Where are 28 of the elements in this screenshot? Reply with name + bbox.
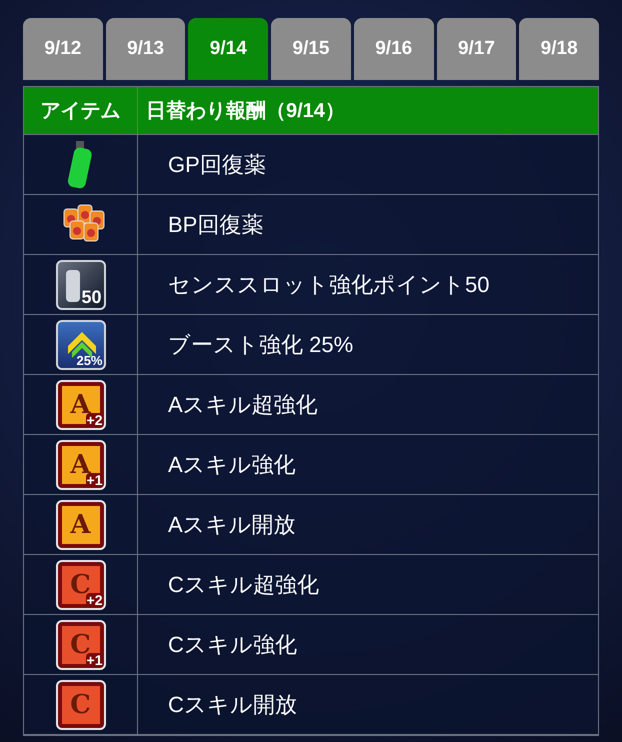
figure-silhouette (66, 270, 80, 302)
plus-label: +1 (86, 652, 104, 666)
plus-label: +2 (86, 592, 104, 606)
reward-name: Cスキル開放 (168, 691, 297, 719)
reward-name: GP回復薬 (168, 151, 266, 179)
date-tab[interactable]: 9/12 (23, 18, 103, 80)
plus-label: +2 (86, 412, 104, 426)
date-tab[interactable]: 9/17 (436, 18, 516, 80)
plus-label: +1 (86, 472, 104, 486)
reward-name: Aスキル開放 (168, 511, 296, 539)
skill-letter: C (70, 692, 91, 718)
reward-name: Cスキル強化 (168, 631, 297, 659)
column-header: アイテム (40, 98, 120, 124)
reward-name: センススロット強化ポイント50 (168, 271, 490, 299)
reward-name: Cスキル超強化 (168, 571, 319, 599)
reward-name: Aスキル強化 (168, 451, 296, 479)
skill-letter: A (70, 512, 91, 538)
card-number: 50 (81, 288, 102, 306)
reward-name: ブースト強化 25% (168, 331, 354, 359)
date-tab[interactable]: 9/16 (354, 18, 434, 80)
reward-name: Aスキル超強化 (168, 391, 318, 419)
date-tab[interactable]: 9/15 (271, 18, 351, 80)
percent-label: 25% (76, 354, 102, 366)
column-header: 日替わり報酬（9/14） (146, 98, 345, 124)
reward-name: BP回復薬 (168, 211, 264, 239)
date-tab[interactable]: 9/13 (106, 18, 186, 80)
date-tab[interactable]: 9/14 (188, 18, 268, 80)
date-tab[interactable]: 9/18 (519, 18, 600, 80)
